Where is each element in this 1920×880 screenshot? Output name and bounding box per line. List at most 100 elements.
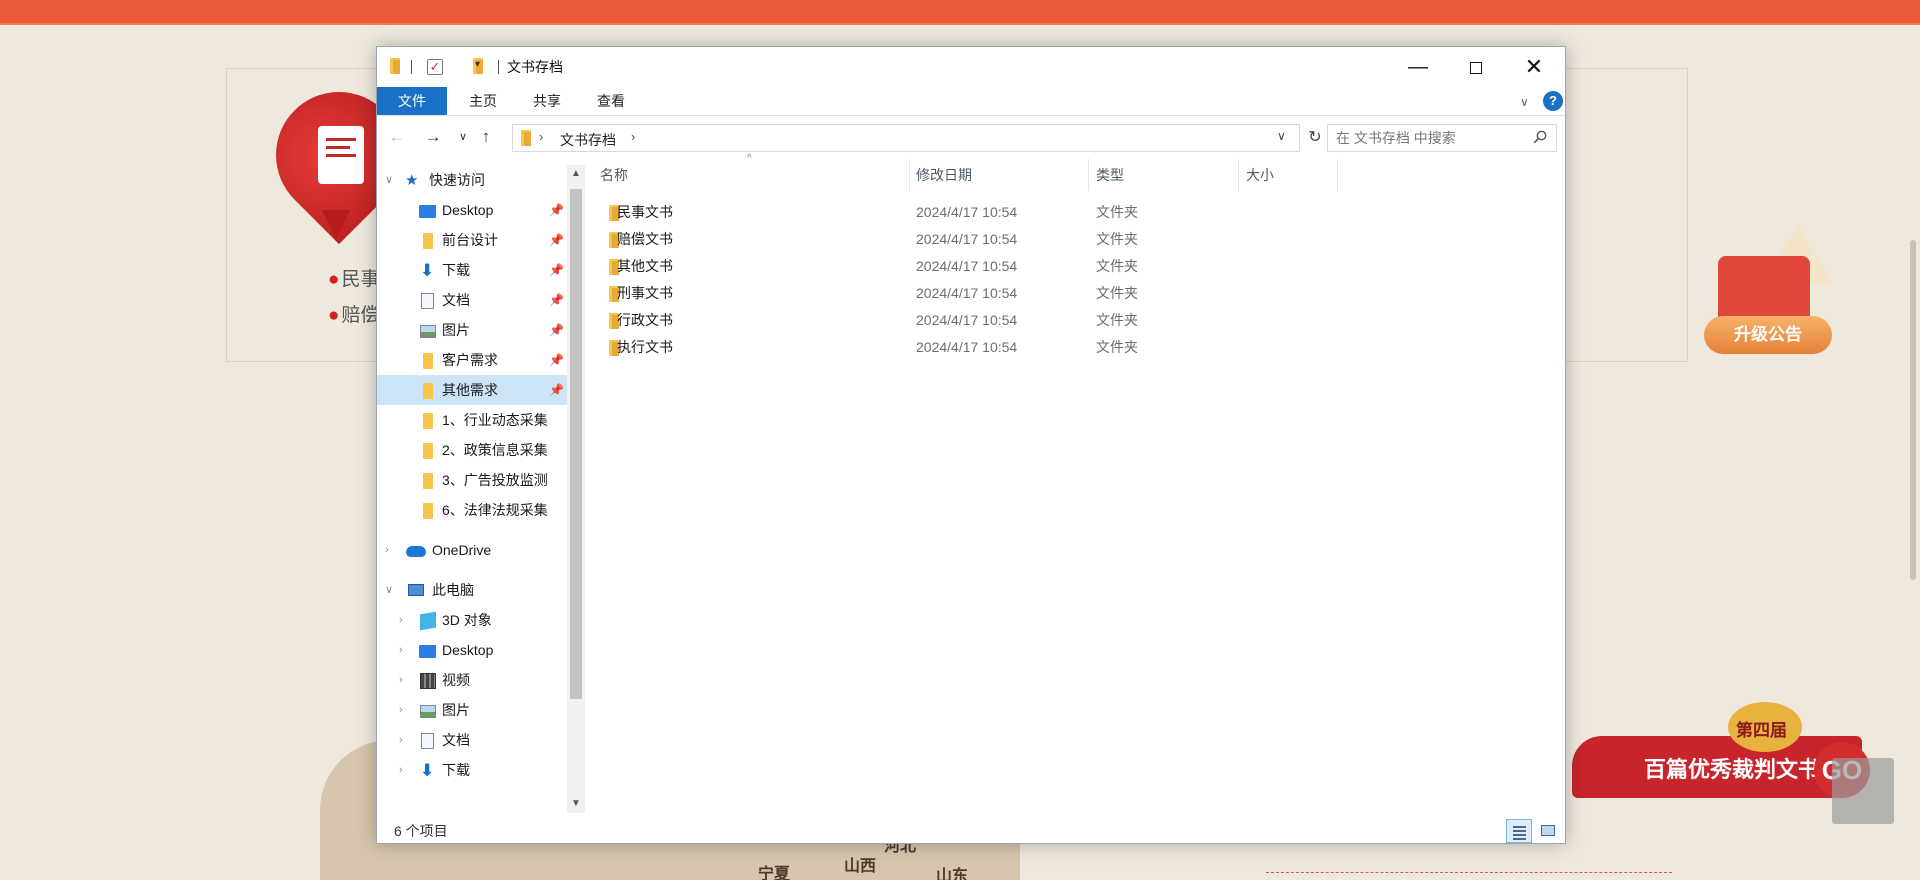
table-row[interactable]: 行政文书 2024/4/17 10:54 文件夹 <box>590 307 1566 334</box>
column-header-size[interactable]: 大小 <box>1246 159 1274 191</box>
sidebar-item-label: 下载 <box>442 262 470 278</box>
award-badge: 第四届 <box>1728 702 1802 752</box>
expand-chevron-icon[interactable]: › <box>399 605 403 635</box>
tab-view[interactable]: 查看 <box>591 87 631 115</box>
column-divider[interactable] <box>1238 159 1239 191</box>
table-row[interactable]: 执行文书 2024/4/17 10:54 文件夹 <box>590 334 1566 361</box>
sidebar-item-pictures[interactable]: 图片 📌 <box>377 315 567 345</box>
help-icon[interactable]: ? <box>1543 91 1563 111</box>
properties-icon[interactable]: ✓ <box>427 59 443 75</box>
expand-chevron-icon[interactable]: › <box>399 695 403 725</box>
column-header-name[interactable]: 名称 <box>600 159 628 191</box>
sidebar-item-pictures[interactable]: › 图片 <box>377 695 567 725</box>
file-type: 文件夹 <box>1096 231 1138 247</box>
sidebar-item-quick-access[interactable]: ∨ ★ 快速访问 <box>377 165 567 195</box>
details-view-button[interactable] <box>1506 819 1532 843</box>
column-divider[interactable] <box>1337 159 1338 191</box>
sidebar-item-folder[interactable]: 2、政策信息采集 <box>377 435 567 465</box>
sidebar-item-folder-selected[interactable]: 其他需求 📌 <box>377 375 567 405</box>
expand-chevron-icon[interactable]: › <box>399 725 403 755</box>
sidebar-item-downloads[interactable]: ⬇ 下载 📌 <box>377 255 567 285</box>
search-input[interactable] <box>1336 129 1526 147</box>
breadcrumb[interactable]: 文书存档 <box>560 130 616 150</box>
window-title: 文书存档 <box>507 59 563 75</box>
search-box[interactable] <box>1327 124 1557 152</box>
maximize-button[interactable] <box>1447 47 1505 87</box>
page-list-item[interactable]: ● 民事 <box>328 264 380 291</box>
file-date: 2024/4/17 10:54 <box>916 204 1018 220</box>
sidebar-item-folder[interactable]: 客户需求 📌 <box>377 345 567 375</box>
forward-button[interactable]: → <box>421 124 445 150</box>
sidebar-item-documents[interactable]: › 文档 <box>377 725 567 755</box>
document-icon <box>421 293 434 309</box>
page-scrollbar[interactable] <box>1910 240 1916 580</box>
column-header-type[interactable]: 类型 <box>1096 159 1124 191</box>
recent-locations-chevron-icon[interactable]: ∨ <box>451 124 475 150</box>
sidebar-item-videos[interactable]: › 视频 <box>377 665 567 695</box>
breadcrumb-chevron-icon[interactable]: › <box>539 129 543 144</box>
folder-icon <box>423 443 433 459</box>
large-icons-view-button[interactable] <box>1535 819 1561 843</box>
sidebar-item-documents[interactable]: 文档 📌 <box>377 285 567 315</box>
sidebar-item-folder[interactable]: 3、广告投放监测 <box>377 465 567 495</box>
minimize-button[interactable]: — <box>1389 47 1447 87</box>
table-row[interactable]: 其他文书 2024/4/17 10:54 文件夹 <box>590 253 1566 280</box>
sidebar-item-desktop[interactable]: › Desktop <box>377 635 567 665</box>
file-date: 2024/4/17 10:54 <box>916 339 1018 355</box>
search-icon[interactable] <box>1533 130 1547 144</box>
close-button[interactable]: ✕ <box>1505 47 1563 87</box>
upgrade-notice-widget[interactable]: 升级公告 <box>1704 220 1834 360</box>
sidebar-item-downloads[interactable]: › ⬇ 下载 <box>377 755 567 785</box>
sidebar-item-folder[interactable]: 6、法律法规采集 <box>377 495 567 525</box>
title-bar[interactable]: ✓ ▾ 文书存档 — ✕ <box>377 47 1565 87</box>
sidebar-item-label: 文档 <box>442 732 470 748</box>
collapse-chevron-icon[interactable]: ∨ <box>385 575 393 605</box>
expand-ribbon-chevron-icon[interactable]: ∨ <box>1520 95 1529 109</box>
expand-chevron-icon[interactable]: › <box>385 535 389 565</box>
sidebar-item-label: 客户需求 <box>442 352 498 368</box>
scrollbar-thumb[interactable] <box>570 189 582 699</box>
refresh-button[interactable]: ↻ <box>1303 124 1327 152</box>
tab-home[interactable]: 主页 <box>463 87 503 115</box>
expand-chevron-icon[interactable]: › <box>399 635 403 665</box>
file-name: 刑事文书 <box>617 285 673 301</box>
sidebar-item-3d-objects[interactable]: › 3D 对象 <box>377 605 567 635</box>
table-row[interactable]: 刑事文书 2024/4/17 10:54 文件夹 <box>590 280 1566 307</box>
address-bar[interactable]: › 文书存档 › ∨ <box>512 124 1300 152</box>
page-list-item[interactable]: ● 赔偿 <box>328 300 380 327</box>
expand-chevron-icon[interactable]: › <box>399 665 403 695</box>
sidebar-item-folder[interactable]: 1、行业动态采集 <box>377 405 567 435</box>
folder-icon <box>423 233 433 249</box>
up-button[interactable]: ↑ <box>474 124 498 150</box>
maximize-icon <box>1470 61 1482 74</box>
sidebar-item-this-pc[interactable]: ∨ 此电脑 <box>377 575 567 605</box>
tab-file[interactable]: 文件 <box>377 87 447 115</box>
sidebar-item-onedrive[interactable]: › OneDrive <box>377 535 567 565</box>
file-type: 文件夹 <box>1096 258 1138 274</box>
expand-chevron-icon[interactable]: › <box>399 755 403 785</box>
navigation-pane-scrollbar[interactable]: ▲ ▼ <box>567 165 585 813</box>
sidebar-item-folder[interactable]: 前台设计 📌 <box>377 225 567 255</box>
column-divider[interactable] <box>1088 159 1089 191</box>
back-to-top-button[interactable] <box>1832 758 1894 824</box>
sidebar-item-label: 文档 <box>442 292 470 308</box>
sidebar-item-label: 其他需求 <box>442 382 498 398</box>
sidebar-item-desktop[interactable]: Desktop 📌 <box>377 195 567 225</box>
address-history-chevron-icon[interactable]: ∨ <box>1277 129 1286 143</box>
customize-toolbar-chevron-icon[interactable]: ▾ <box>475 59 480 70</box>
breadcrumb-chevron-icon[interactable]: › <box>631 129 635 144</box>
sidebar-item-label: 6、法律法规采集 <box>442 502 548 518</box>
award-banner[interactable]: 第四届 百篇优秀裁判文书 GO <box>1552 702 1872 822</box>
scroll-down-icon[interactable]: ▼ <box>567 795 585 813</box>
column-divider[interactable] <box>909 159 910 191</box>
scroll-up-icon[interactable]: ▲ <box>567 165 585 183</box>
collapse-chevron-icon[interactable]: ∨ <box>385 165 393 195</box>
tab-share[interactable]: 共享 <box>527 87 567 115</box>
table-row[interactable]: 赔偿文书 2024/4/17 10:54 文件夹 <box>590 226 1566 253</box>
column-header-date[interactable]: 修改日期 <box>916 159 972 191</box>
back-button[interactable]: ← <box>385 124 409 150</box>
table-row[interactable]: 民事文书 2024/4/17 10:54 文件夹 <box>590 199 1566 226</box>
file-date: 2024/4/17 10:54 <box>916 312 1018 328</box>
file-name: 执行文书 <box>617 339 673 355</box>
folder-icon <box>423 473 433 489</box>
